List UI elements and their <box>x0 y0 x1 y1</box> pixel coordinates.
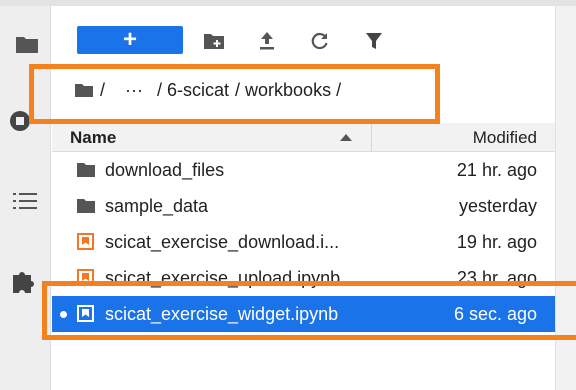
file-modified: yesterday <box>458 196 537 216</box>
file-browser: + / ··· / 6-scicat / workbooks / Name Mo… <box>52 6 555 390</box>
breadcrumb: / ··· / 6-scicat / workbooks / <box>74 78 341 102</box>
listing-header: Name Modified <box>52 123 555 152</box>
toc-icon[interactable] <box>13 192 37 210</box>
breadcrumb-ellipsis[interactable]: ··· <box>125 80 143 101</box>
running-indicator-icon <box>60 311 67 318</box>
notebook-icon <box>77 305 94 322</box>
file-modified: 19 hr. ago <box>456 232 537 252</box>
running-icon[interactable] <box>9 110 31 132</box>
filter-button[interactable] <box>363 30 385 52</box>
file-name: scicat_exercise_upload.ipynb <box>105 268 341 288</box>
list-item[interactable]: sample_data yesterday <box>52 188 555 224</box>
name-column-header[interactable]: Name <box>52 123 372 152</box>
new-launcher-button[interactable]: + <box>77 26 183 54</box>
list-item[interactable]: scicat_exercise_download.i... 19 hr. ago <box>52 224 555 260</box>
notebook-icon <box>77 269 94 286</box>
file-modified: 23 hr. ago <box>456 268 537 288</box>
modified-column-header[interactable]: Modified <box>473 128 537 148</box>
new-folder-button[interactable] <box>203 30 225 52</box>
file-modified: 21 hr. ago <box>456 160 537 180</box>
breadcrumb-6-scicat[interactable]: / 6-scicat <box>157 80 229 101</box>
breadcrumb-workbooks[interactable]: / workbooks / <box>235 80 341 101</box>
folder-icon <box>77 199 95 213</box>
filter-icon <box>366 33 382 49</box>
file-name: scicat_exercise_download.i... <box>105 232 340 252</box>
sort-ascending-icon <box>340 134 352 141</box>
activity-bar <box>0 6 51 390</box>
upload-button[interactable] <box>256 30 278 52</box>
file-modified: 6 sec. ago <box>453 304 537 324</box>
upload-icon <box>260 32 274 50</box>
name-column-label: Name <box>70 128 117 147</box>
list-item-selected[interactable]: scicat_exercise_widget.ipynb 6 sec. ago <box>52 296 555 332</box>
file-name: scicat_exercise_widget.ipynb <box>105 304 339 324</box>
new-folder-icon <box>204 34 224 49</box>
file-name: download_files <box>105 160 225 180</box>
right-panel-edge <box>555 6 576 390</box>
extension-icon[interactable] <box>11 268 37 294</box>
list-item[interactable]: download_files 21 hr. ago <box>52 152 555 188</box>
refresh-icon <box>311 32 328 50</box>
list-item[interactable]: scicat_exercise_upload.ipynb 23 hr. ago <box>52 260 555 296</box>
new-button-label: + <box>122 26 137 53</box>
file-name: sample_data <box>105 196 209 216</box>
notebook-icon <box>77 233 94 250</box>
breadcrumb-root[interactable]: / <box>100 80 105 101</box>
folder-icon[interactable] <box>15 34 39 54</box>
folder-icon <box>77 163 95 177</box>
home-folder-icon[interactable] <box>74 82 94 98</box>
refresh-button[interactable] <box>309 30 331 52</box>
